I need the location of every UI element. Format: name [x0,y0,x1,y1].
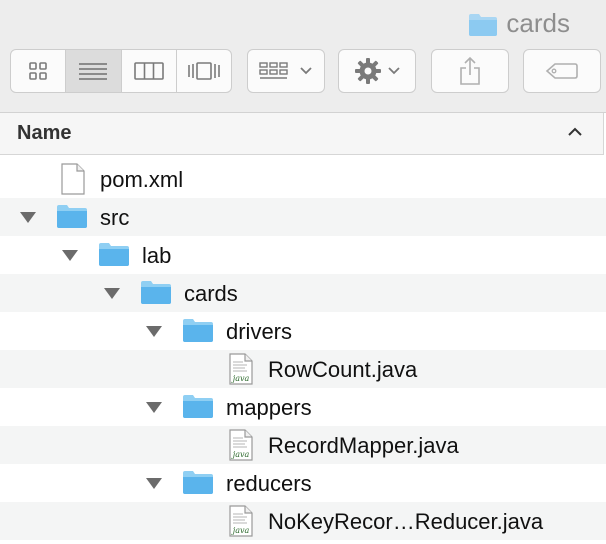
folder-row[interactable]: lab [0,236,606,274]
java-file-icon: java [229,505,253,537]
name-column-header[interactable]: Name [17,122,71,145]
gallery-view-button[interactable] [177,50,231,92]
file-name: RecordMapper.java [268,433,459,458]
list-view-button[interactable] [66,50,122,92]
folder-icon [183,471,213,494]
document-icon [61,163,85,195]
java-file-icon: java [229,429,253,461]
disclosure-triangle-icon[interactable] [145,325,163,338]
column-view-button[interactable] [122,50,177,92]
disclosure-triangle-icon[interactable] [103,287,121,300]
folder-icon [469,13,498,36]
disclosure-triangle-icon[interactable] [19,211,37,224]
file-name: reducers [226,471,312,496]
file-name: RowCount.java [268,357,418,382]
disclosure-triangle-icon[interactable] [145,477,163,490]
file-name: src [100,205,130,230]
folder-row[interactable]: src [0,198,606,236]
finder-window: cards Name pom.xml src lab cards drivers… [0,0,606,544]
group-by-button[interactable] [247,49,325,93]
java-file-icon: java [229,353,253,385]
folder-icon [57,205,87,228]
file-row[interactable]: java RowCount.java [0,350,606,388]
folder-icon [183,395,213,418]
coverflow-icon [188,62,220,80]
file-name: drivers [226,319,293,344]
folder-row[interactable]: drivers [0,312,606,350]
svg-text:java: java [231,526,250,535]
folder-row[interactable]: cards [0,274,606,312]
tags-button[interactable] [523,49,601,93]
file-name: pom.xml [100,167,184,192]
window-title-text: cards [506,8,570,38]
columns-icon [133,62,164,80]
svg-text:java: java [231,450,250,459]
file-row[interactable]: java RecordMapper.java [0,426,606,464]
column-header[interactable]: Name [0,113,604,155]
file-name: mappers [226,395,312,420]
folder-icon [99,243,129,266]
share-icon [460,56,480,85]
file-name: NoKeyRecor…Reducer.java [268,509,544,534]
file-list: pom.xml src lab cards drivers java RowCo… [0,160,606,540]
folder-row[interactable]: reducers [0,464,606,502]
disclosure-triangle-icon[interactable] [145,401,163,414]
folder-icon [183,319,213,342]
view-switcher [10,49,232,93]
icon-view-button[interactable] [11,50,67,92]
folder-row[interactable]: mappers [0,388,606,426]
file-name: cards [184,281,238,306]
chevron-up-icon[interactable] [567,126,583,138]
folder-icon [141,281,171,304]
disclosure-triangle-icon[interactable] [61,249,79,262]
window-title: cards [468,8,570,39]
gear-icon [355,58,381,84]
grid-icon [29,62,47,80]
tag-icon [545,63,578,79]
list-icon [79,63,108,80]
chevron-down-icon [300,67,312,75]
toolbar: cards [0,0,606,113]
file-row[interactable]: java NoKeyRecor…Reducer.java [0,502,606,540]
share-button[interactable] [431,49,509,93]
svg-text:java: java [231,374,250,383]
action-button[interactable] [338,49,416,93]
file-row[interactable]: pom.xml [0,160,606,198]
group-by-icon [259,62,288,79]
chevron-down-icon [388,67,400,75]
file-name: lab [142,243,172,268]
